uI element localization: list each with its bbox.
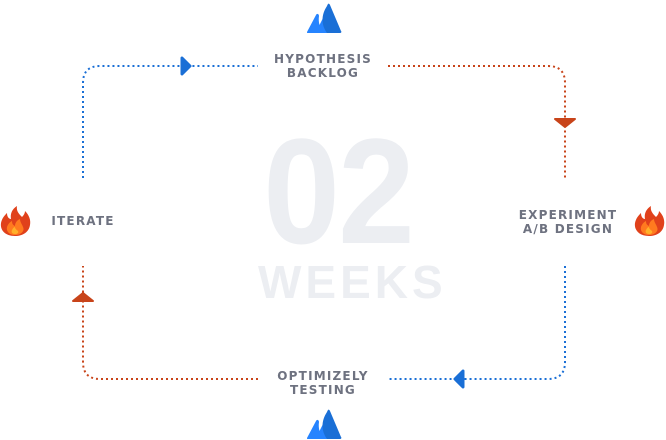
flame-icon [0, 206, 31, 236]
arrow-right-icon [180, 56, 192, 76]
stage-label-line: BACKLOG [286, 66, 360, 80]
atlassian-logo-icon [307, 3, 342, 33]
stage-label-hypothesis-backlog: HYPOTHESIS BACKLOG [233, 52, 413, 80]
duration-number: 02 [263, 107, 415, 275]
arrow-down-icon [554, 118, 576, 128]
path-iterate-to-backlog [82, 65, 258, 178]
stage-label-line: A/B DESIGN [522, 222, 614, 236]
path-backlog-to-experiment [388, 65, 566, 178]
stage-label-line: ITERATE [51, 214, 115, 228]
atlassian-logo-icon [307, 409, 342, 439]
stage-label-experiment-ab-design: EXPERIMENT A/B DESIGN [508, 208, 628, 236]
stage-label-line: OPTIMIZELY [277, 369, 369, 383]
duration-unit: WEEKS [258, 256, 447, 308]
stage-label-optimizely-testing: OPTIMIZELY TESTING [233, 369, 413, 397]
stage-label-line: TESTING [290, 383, 356, 397]
arrow-up-icon [72, 292, 94, 302]
cycle-diagram: 02 WEEKS HYPOTHESIS BACKLOG EXPERIMENT A… [0, 0, 666, 440]
flame-icon [634, 206, 665, 236]
path-testing-to-iterate [82, 266, 258, 380]
arrow-left-icon [453, 369, 465, 389]
stage-label-line: HYPOTHESIS [274, 52, 372, 66]
stage-label-iterate: ITERATE [44, 214, 122, 228]
stage-label-line: EXPERIMENT [518, 208, 618, 222]
